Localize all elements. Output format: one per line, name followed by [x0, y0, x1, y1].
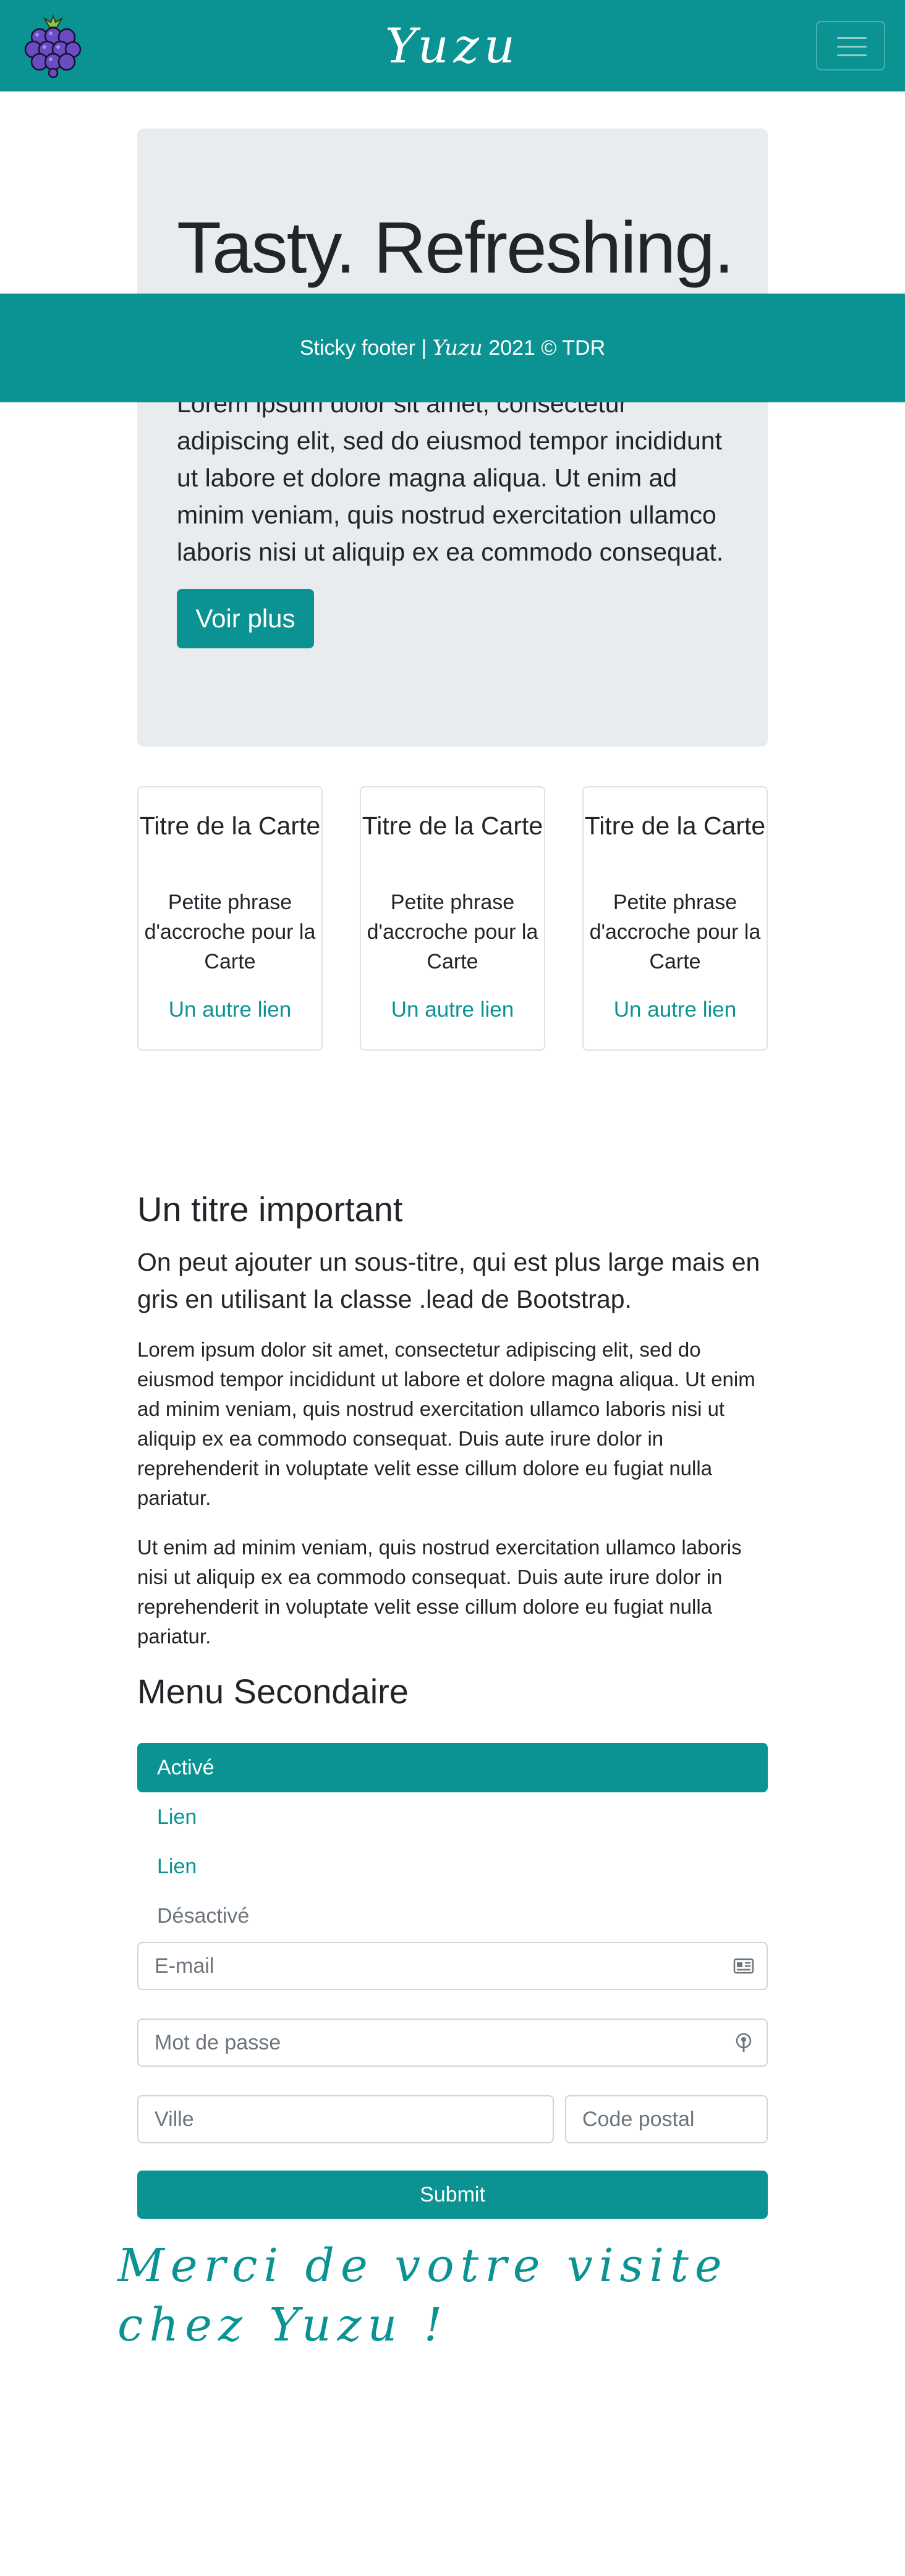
card-title: Titre de la Carte — [362, 811, 543, 840]
city-field[interactable]: Ville — [137, 2095, 554, 2143]
card-link[interactable]: Un autre lien — [138, 995, 321, 1025]
menu-item-active[interactable]: Activé — [137, 1743, 768, 1792]
card: Titre de la Carte Petite phrase d'accroc… — [360, 786, 545, 1051]
card-text: Petite phrase d'accroche pour la Carte — [144, 891, 316, 973]
password-placeholder: Mot de passe — [155, 2031, 281, 2054]
jumbotron: Tasty. Refreshing. Lorem ipsum dolor sit… — [137, 129, 768, 747]
menu-item-link[interactable]: Lien — [137, 1842, 768, 1891]
jumbotron-text: Lorem ipsum dolor sit amet, consectetur … — [177, 389, 724, 566]
card: Titre de la Carte Petite phrase d'accroc… — [582, 786, 768, 1051]
zip-field[interactable]: Code postal — [565, 2095, 768, 2143]
card-title: Titre de la Carte — [139, 811, 321, 840]
card-text: Petite phrase d'accroche pour la Carte — [589, 891, 761, 973]
menu-heading: Menu Secondaire — [137, 1672, 409, 1711]
menu-item-link[interactable]: Lien — [137, 1792, 768, 1842]
sticky-footer-brand: Yuzu — [432, 336, 483, 360]
sticky-footer: Sticky footer | Yuzu 2021 © TDR — [0, 294, 905, 402]
key-icon — [736, 2033, 752, 2052]
navbar: Yuzu — [0, 0, 905, 91]
city-placeholder: Ville — [155, 2108, 194, 2131]
card-text: Petite phrase d'accroche pour la Carte — [367, 891, 538, 973]
card-link[interactable]: Un autre lien — [584, 995, 767, 1025]
id-card-icon — [733, 1958, 754, 1974]
thanks-message: Merci de votre visite chez Yuzu ! — [117, 2239, 728, 2352]
hamburger-menu-icon — [837, 37, 867, 39]
zip-placeholder: Code postal — [582, 2108, 695, 2131]
email-field[interactable]: E-mail — [137, 1942, 768, 1990]
article-lead: On peut ajouter un sous-titre, qui est p… — [137, 1248, 760, 1313]
article-paragraph: Ut enim ad minim veniam, quis nostrud ex… — [137, 1536, 742, 1648]
email-placeholder: E-mail — [155, 1954, 215, 1978]
article-paragraph: Lorem ipsum dolor sit amet, consectetur … — [137, 1338, 755, 1509]
submit-button[interactable]: Submit — [137, 2171, 768, 2219]
menu-item-disabled: Désactivé — [157, 1904, 250, 1928]
jumbotron-title: Tasty. Refreshing. — [177, 207, 734, 289]
password-field[interactable]: Mot de passe — [137, 2019, 768, 2067]
navbar-toggler-button[interactable] — [816, 21, 885, 70]
sticky-footer-suffix: 2021 © TDR — [482, 336, 606, 360]
card-title: Titre de la Carte — [584, 811, 766, 840]
card-link[interactable]: Un autre lien — [361, 995, 544, 1025]
voir-plus-button[interactable]: Voir plus — [177, 589, 314, 648]
article-heading: Un titre important — [137, 1190, 403, 1229]
sticky-footer-prefix: Sticky footer | — [299, 336, 433, 360]
card: Titre de la Carte Petite phrase d'accroc… — [137, 786, 323, 1051]
navbar-brand[interactable]: Yuzu — [0, 12, 905, 80]
